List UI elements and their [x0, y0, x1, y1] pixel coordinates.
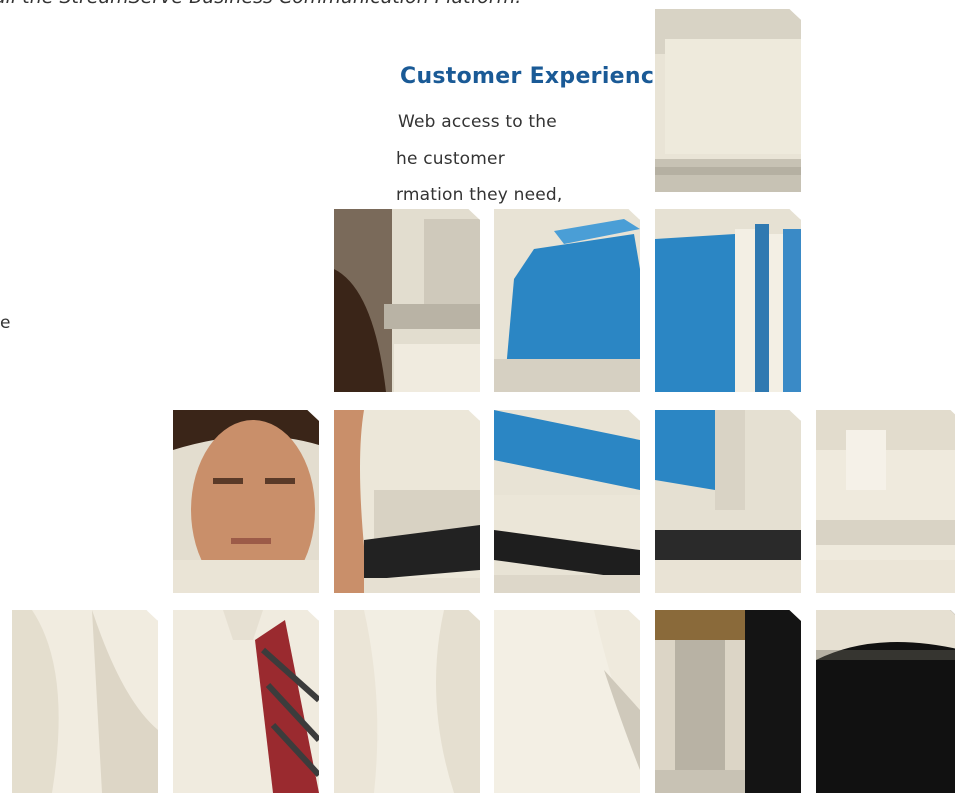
photo-tile	[334, 209, 480, 392]
photo-tile	[173, 410, 319, 593]
photo-tile	[494, 610, 640, 793]
section-heading: Customer Experience	[400, 64, 670, 89]
body-text-line: rmation they need,	[396, 185, 563, 205]
photo-tile	[334, 410, 480, 593]
photo-tile	[816, 410, 955, 593]
photo-tile	[655, 9, 801, 192]
photo-tile	[173, 610, 319, 793]
photo-tile	[655, 610, 801, 793]
intro-text: all the StreamServe Business Communicati…	[0, 0, 521, 8]
photo-tile	[334, 610, 480, 793]
body-text-line: Web access to the	[398, 112, 557, 132]
photo-tile	[494, 209, 640, 392]
photo-tile	[494, 410, 640, 593]
photo-tile	[655, 410, 801, 593]
photo-tile	[655, 209, 801, 392]
photo-tile	[816, 610, 955, 793]
body-text-line: he customer	[396, 149, 505, 169]
photo-tile	[12, 610, 158, 793]
body-text-line: e	[0, 313, 11, 333]
